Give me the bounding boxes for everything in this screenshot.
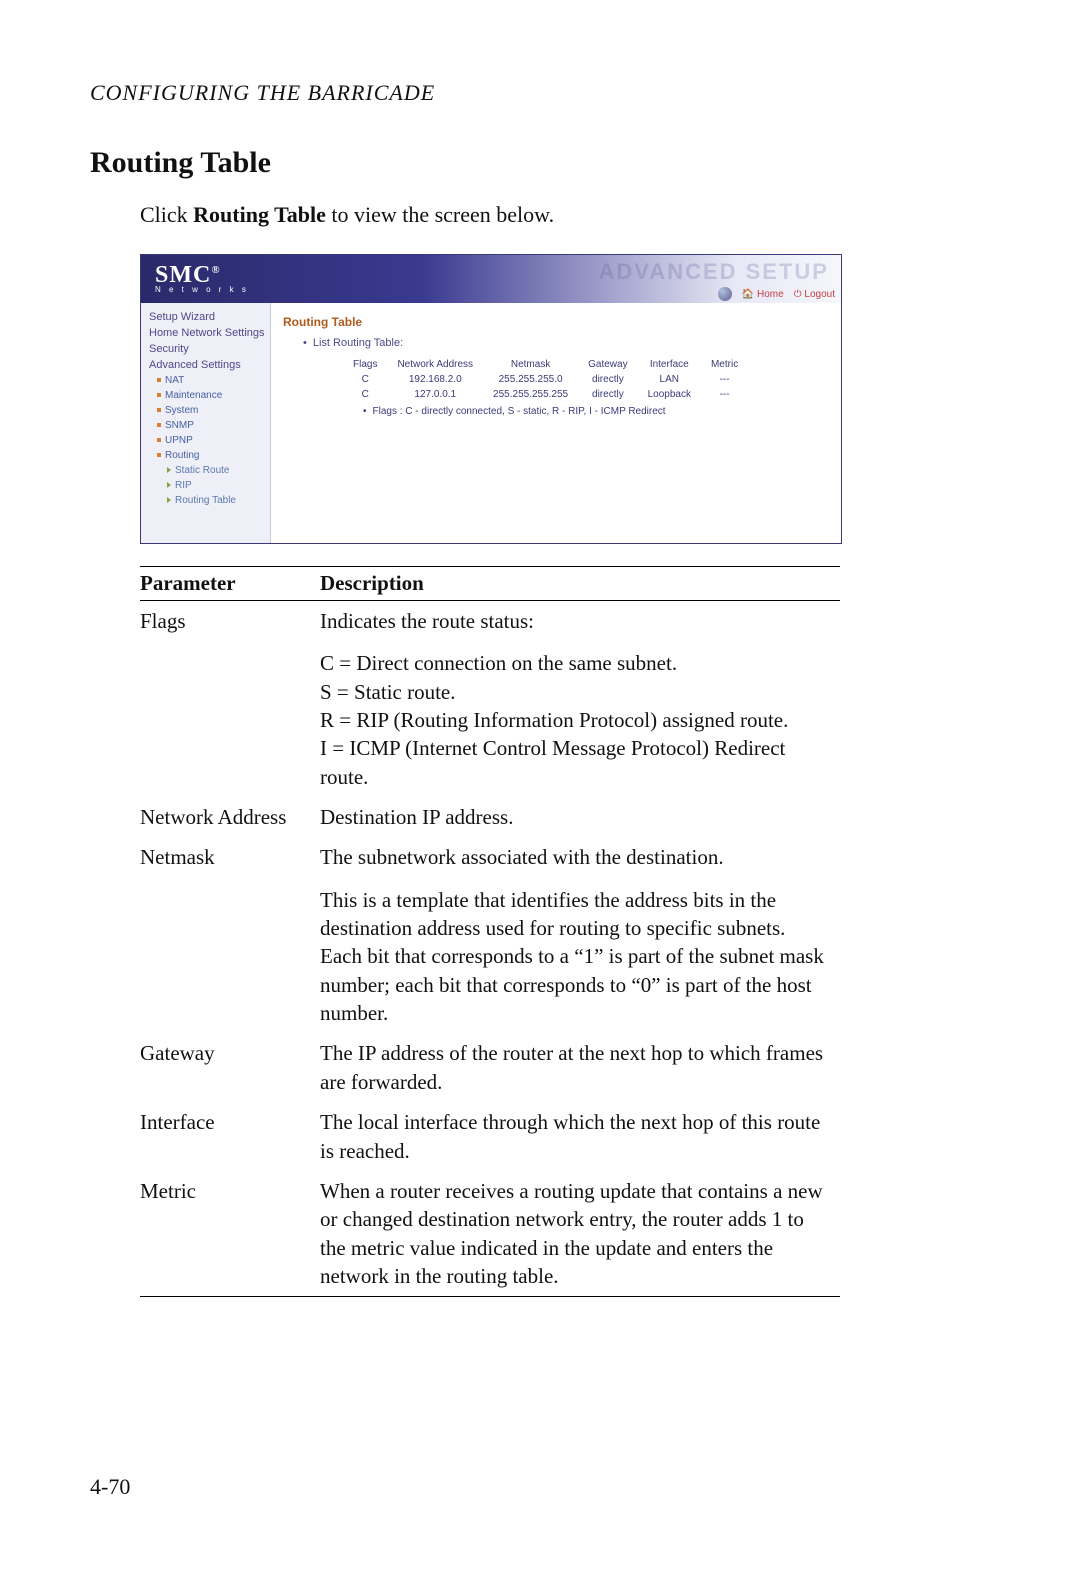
- param-metric: Metric: [140, 1171, 320, 1297]
- desc-netmask-extra: This is a template that identifies the a…: [320, 886, 830, 1028]
- col-netmask: Netmask: [483, 357, 578, 372]
- intro-text-pre: Click: [140, 202, 193, 227]
- cell-network-address: 192.168.2.0: [387, 372, 483, 387]
- logo-subtext: N e t w o r k s: [155, 286, 249, 293]
- intro-text-post: to view the screen below.: [326, 202, 554, 227]
- cell-gateway: directly: [578, 387, 637, 402]
- desc-flags-line-i: I = ICMP (Internet Control Message Proto…: [320, 734, 830, 791]
- cell-gateway: directly: [578, 372, 637, 387]
- content-title: Routing Table: [283, 315, 829, 329]
- desc-network-address: Destination IP address.: [320, 797, 840, 837]
- help-icon[interactable]: [718, 287, 732, 301]
- params-header-parameter: Parameter: [140, 567, 320, 601]
- cell-netmask: 255.255.255.0: [483, 372, 578, 387]
- cell-interface: Loopback: [638, 387, 701, 402]
- section-heading: Routing Table: [90, 146, 940, 180]
- sidebar-item-advanced[interactable]: Advanced Settings: [147, 357, 270, 373]
- desc-flags-lead: Indicates the route status:: [320, 609, 534, 633]
- desc-flags: Indicates the route status: C = Direct c…: [320, 601, 840, 798]
- table-row: C 192.168.2.0 255.255.255.0 directly LAN…: [343, 372, 748, 387]
- sidebar-item-snmp[interactable]: SNMP: [147, 418, 270, 433]
- logout-link[interactable]: ⏻ Logout: [794, 289, 835, 300]
- router-screenshot: SMC® N e t w o r k s ADVANCED SETUP 🏠 Ho…: [140, 254, 842, 544]
- intro-bold: Routing Table: [193, 202, 326, 227]
- params-header-description: Description: [320, 567, 840, 601]
- col-metric: Metric: [701, 357, 748, 372]
- page-number: 4-70: [90, 1474, 130, 1500]
- desc-metric: When a router receives a routing update …: [320, 1171, 840, 1297]
- content-panel: Routing Table List Routing Table: Flags …: [271, 303, 841, 543]
- sidebar-item-upnp[interactable]: UPNP: [147, 433, 270, 448]
- cell-flags: C: [343, 387, 387, 402]
- sidebar-item-security[interactable]: Security: [147, 341, 270, 357]
- cell-flags: C: [343, 372, 387, 387]
- header-toolbar: 🏠 Home ⏻ Logout: [718, 287, 835, 301]
- col-network-address: Network Address: [387, 357, 483, 372]
- desc-flags-line-r: R = RIP (Routing Information Protocol) a…: [320, 706, 830, 734]
- desc-netmask-lead: The subnetwork associated with the desti…: [320, 845, 724, 869]
- param-gateway: Gateway: [140, 1033, 320, 1102]
- list-routing-table-label: List Routing Table:: [303, 337, 829, 349]
- sidebar-item-home-network[interactable]: Home Network Settings: [147, 325, 270, 341]
- routing-table: Flags Network Address Netmask Gateway In…: [343, 357, 748, 402]
- col-interface: Interface: [638, 357, 701, 372]
- desc-interface: The local interface through which the ne…: [320, 1102, 840, 1171]
- sidebar-item-static-route[interactable]: Static Route: [147, 463, 270, 478]
- col-gateway: Gateway: [578, 357, 637, 372]
- running-header: CONFIGURING THE BARRICADE: [90, 80, 940, 106]
- col-flags: Flags: [343, 357, 387, 372]
- logo-text: SMC: [155, 262, 211, 288]
- sidebar-item-routing[interactable]: Routing: [147, 448, 270, 463]
- sidebar-item-routing-table[interactable]: Routing Table: [147, 493, 270, 508]
- param-interface: Interface: [140, 1102, 320, 1171]
- desc-gateway: The IP address of the router at the next…: [320, 1033, 840, 1102]
- cell-interface: LAN: [638, 372, 701, 387]
- logo-registered: ®: [211, 264, 220, 276]
- cell-netmask: 255.255.255.255: [483, 387, 578, 402]
- desc-flags-line-c: C = Direct connection on the same subnet…: [320, 649, 830, 677]
- sidebar-item-nat[interactable]: NAT: [147, 373, 270, 388]
- home-link-label: Home: [757, 289, 784, 300]
- sidebar-item-rip[interactable]: RIP: [147, 478, 270, 493]
- smc-logo: SMC® N e t w o r k s: [141, 265, 249, 294]
- home-link[interactable]: 🏠 Home: [742, 289, 784, 300]
- flags-legend: Flags : C - directly connected, S - stat…: [363, 406, 829, 417]
- table-row: C 127.0.0.1 255.255.255.255 directly Loo…: [343, 387, 748, 402]
- desc-netmask: The subnetwork associated with the desti…: [320, 837, 840, 1033]
- logout-link-label: Logout: [804, 289, 835, 300]
- desc-flags-line-s: S = Static route.: [320, 678, 830, 706]
- intro-paragraph: Click Routing Table to view the screen b…: [140, 202, 940, 228]
- sidebar-item-maintenance[interactable]: Maintenance: [147, 388, 270, 403]
- cell-metric: ---: [701, 387, 748, 402]
- parameter-description-table: Parameter Description Flags Indicates th…: [140, 566, 840, 1297]
- param-netmask: Netmask: [140, 837, 320, 1033]
- sidebar-item-system[interactable]: System: [147, 403, 270, 418]
- cell-network-address: 127.0.0.1: [387, 387, 483, 402]
- param-network-address: Network Address: [140, 797, 320, 837]
- cell-metric: ---: [701, 372, 748, 387]
- banner-title: ADVANCED SETUP: [598, 259, 829, 285]
- router-header: SMC® N e t w o r k s ADVANCED SETUP 🏠 Ho…: [141, 255, 841, 303]
- sidebar-nav: Setup Wizard Home Network Settings Secur…: [141, 303, 271, 543]
- param-flags: Flags: [140, 601, 320, 798]
- sidebar-item-setup-wizard[interactable]: Setup Wizard: [147, 309, 270, 325]
